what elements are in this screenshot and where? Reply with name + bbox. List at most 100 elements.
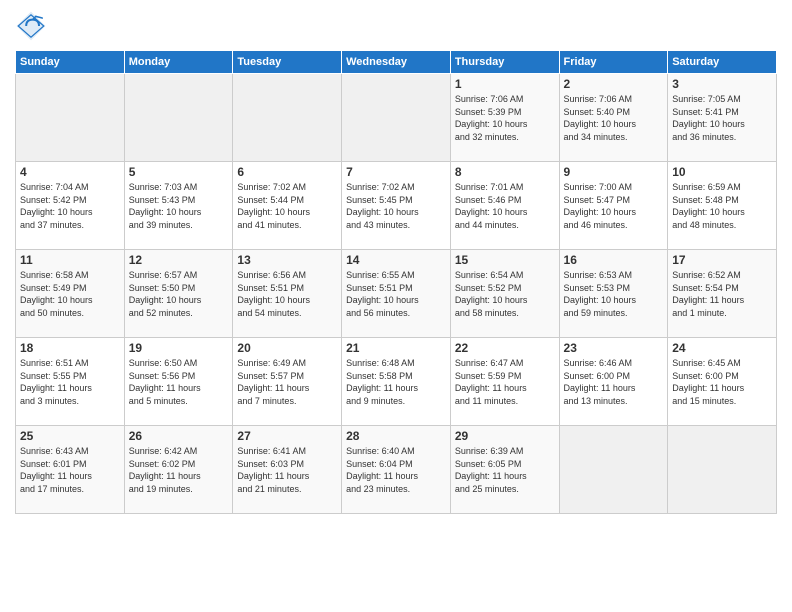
week-row-2: 11Sunrise: 6:58 AM Sunset: 5:49 PM Dayli… <box>16 250 777 338</box>
day-cell: 12 Sunrise: 6:57 AM Sunset: 5:50 PM Dayli… <box>124 250 233 338</box>
day-info: Sunrise: 6:41 AM Sunset: 6:03 PM Dayligh… <box>237 445 337 495</box>
header-cell-wednesday: Wednesday <box>342 51 451 74</box>
day-info: Sunrise: 6:40 AM Sunset: 6:04 PM Dayligh… <box>346 445 446 495</box>
day-info: Sunrise: 6:55 AM Sunset: 5:51 PM Dayligh… <box>346 269 446 319</box>
header-cell-saturday: Saturday <box>668 51 777 74</box>
day-number: 15 <box>455 253 555 267</box>
day-number: 14 <box>346 253 446 267</box>
day-cell <box>559 426 668 514</box>
day-info: Sunrise: 7:06 AM Sunset: 5:39 PM Dayligh… <box>455 93 555 143</box>
day-cell: 14 Sunrise: 6:55 AM Sunset: 5:51 PM Dayli… <box>342 250 451 338</box>
day-number: 9 <box>564 165 664 179</box>
day-cell: 3 Sunrise: 7:05 AM Sunset: 5:41 PM Daylig… <box>668 74 777 162</box>
day-number: 13 <box>237 253 337 267</box>
day-cell: 5Sunrise: 7:03 AM Sunset: 5:43 PM Daylig… <box>124 162 233 250</box>
day-cell: 28Sunrise: 6:40 AM Sunset: 6:04 PM Dayli… <box>342 426 451 514</box>
day-number: 29 <box>455 429 555 443</box>
day-info: Sunrise: 6:57 AM Sunset: 5:50 PM Dayligh… <box>129 269 229 319</box>
day-number: 24 <box>672 341 772 355</box>
week-row-3: 18 Sunrise: 6:51 AM Sunset: 5:55 PM Dayli… <box>16 338 777 426</box>
day-cell: 23 Sunrise: 6:46 AM Sunset: 6:00 PM Dayli… <box>559 338 668 426</box>
day-cell: 1 Sunrise: 7:06 AM Sunset: 5:39 PM Daylig… <box>450 74 559 162</box>
day-info: Sunrise: 6:39 AM Sunset: 6:05 PM Dayligh… <box>455 445 555 495</box>
day-info: Sunrise: 6:54 AM Sunset: 5:52 PM Dayligh… <box>455 269 555 319</box>
day-info: Sunrise: 7:02 AM Sunset: 5:45 PM Dayligh… <box>346 181 446 231</box>
day-number: 6 <box>237 165 337 179</box>
header-cell-thursday: Thursday <box>450 51 559 74</box>
day-cell: 24Sunrise: 6:45 AM Sunset: 6:00 PM Dayli… <box>668 338 777 426</box>
week-row-4: 25 Sunrise: 6:43 AM Sunset: 6:01 PM Dayli… <box>16 426 777 514</box>
header <box>15 10 777 42</box>
day-cell: 7Sunrise: 7:02 AM Sunset: 5:45 PM Daylig… <box>342 162 451 250</box>
day-number: 20 <box>237 341 337 355</box>
day-cell: 11Sunrise: 6:58 AM Sunset: 5:49 PM Dayli… <box>16 250 125 338</box>
header-cell-friday: Friday <box>559 51 668 74</box>
day-number: 1 <box>455 77 555 91</box>
header-cell-sunday: Sunday <box>16 51 125 74</box>
day-cell <box>342 74 451 162</box>
day-cell <box>668 426 777 514</box>
day-cell: 8 Sunrise: 7:01 AM Sunset: 5:46 PM Daylig… <box>450 162 559 250</box>
day-info: Sunrise: 6:59 AM Sunset: 5:48 PM Dayligh… <box>672 181 772 231</box>
day-info: Sunrise: 6:42 AM Sunset: 6:02 PM Dayligh… <box>129 445 229 495</box>
day-number: 25 <box>20 429 120 443</box>
day-number: 23 <box>564 341 664 355</box>
day-info: Sunrise: 6:46 AM Sunset: 6:00 PM Dayligh… <box>564 357 664 407</box>
day-info: Sunrise: 7:00 AM Sunset: 5:47 PM Dayligh… <box>564 181 664 231</box>
day-cell: 21 Sunrise: 6:48 AM Sunset: 5:58 PM Dayli… <box>342 338 451 426</box>
header-cell-tuesday: Tuesday <box>233 51 342 74</box>
day-info: Sunrise: 7:05 AM Sunset: 5:41 PM Dayligh… <box>672 93 772 143</box>
day-cell: 29 Sunrise: 6:39 AM Sunset: 6:05 PM Dayli… <box>450 426 559 514</box>
day-info: Sunrise: 7:04 AM Sunset: 5:42 PM Dayligh… <box>20 181 120 231</box>
day-info: Sunrise: 6:56 AM Sunset: 5:51 PM Dayligh… <box>237 269 337 319</box>
page: SundayMondayTuesdayWednesdayThursdayFrid… <box>0 0 792 612</box>
day-number: 21 <box>346 341 446 355</box>
day-number: 2 <box>564 77 664 91</box>
day-number: 26 <box>129 429 229 443</box>
day-info: Sunrise: 7:01 AM Sunset: 5:46 PM Dayligh… <box>455 181 555 231</box>
day-cell: 13 Sunrise: 6:56 AM Sunset: 5:51 PM Dayli… <box>233 250 342 338</box>
day-number: 8 <box>455 165 555 179</box>
header-cell-monday: Monday <box>124 51 233 74</box>
day-number: 11 <box>20 253 120 267</box>
day-cell: 16Sunrise: 6:53 AM Sunset: 5:53 PM Dayli… <box>559 250 668 338</box>
day-info: Sunrise: 7:02 AM Sunset: 5:44 PM Dayligh… <box>237 181 337 231</box>
day-number: 3 <box>672 77 772 91</box>
logo-icon <box>15 10 47 42</box>
day-number: 19 <box>129 341 229 355</box>
day-number: 12 <box>129 253 229 267</box>
day-cell <box>16 74 125 162</box>
day-cell: 27 Sunrise: 6:41 AM Sunset: 6:03 PM Dayli… <box>233 426 342 514</box>
day-number: 4 <box>20 165 120 179</box>
day-cell: 25 Sunrise: 6:43 AM Sunset: 6:01 PM Dayli… <box>16 426 125 514</box>
day-cell: 4 Sunrise: 7:04 AM Sunset: 5:42 PM Daylig… <box>16 162 125 250</box>
day-number: 10 <box>672 165 772 179</box>
day-cell: 20 Sunrise: 6:49 AM Sunset: 5:57 PM Dayli… <box>233 338 342 426</box>
day-number: 16 <box>564 253 664 267</box>
calendar-body: 1 Sunrise: 7:06 AM Sunset: 5:39 PM Daylig… <box>16 74 777 514</box>
week-row-0: 1 Sunrise: 7:06 AM Sunset: 5:39 PM Daylig… <box>16 74 777 162</box>
day-cell: 18 Sunrise: 6:51 AM Sunset: 5:55 PM Dayli… <box>16 338 125 426</box>
day-info: Sunrise: 7:06 AM Sunset: 5:40 PM Dayligh… <box>564 93 664 143</box>
day-info: Sunrise: 6:52 AM Sunset: 5:54 PM Dayligh… <box>672 269 772 319</box>
week-row-1: 4 Sunrise: 7:04 AM Sunset: 5:42 PM Daylig… <box>16 162 777 250</box>
day-info: Sunrise: 6:47 AM Sunset: 5:59 PM Dayligh… <box>455 357 555 407</box>
day-cell: 19 Sunrise: 6:50 AM Sunset: 5:56 PM Dayli… <box>124 338 233 426</box>
day-cell: 15 Sunrise: 6:54 AM Sunset: 5:52 PM Dayli… <box>450 250 559 338</box>
day-info: Sunrise: 6:48 AM Sunset: 5:58 PM Dayligh… <box>346 357 446 407</box>
day-cell <box>124 74 233 162</box>
day-info: Sunrise: 6:49 AM Sunset: 5:57 PM Dayligh… <box>237 357 337 407</box>
day-info: Sunrise: 7:03 AM Sunset: 5:43 PM Dayligh… <box>129 181 229 231</box>
day-number: 17 <box>672 253 772 267</box>
header-row: SundayMondayTuesdayWednesdayThursdayFrid… <box>16 51 777 74</box>
day-cell: 26 Sunrise: 6:42 AM Sunset: 6:02 PM Dayli… <box>124 426 233 514</box>
day-cell: 6 Sunrise: 7:02 AM Sunset: 5:44 PM Daylig… <box>233 162 342 250</box>
day-number: 18 <box>20 341 120 355</box>
day-info: Sunrise: 6:50 AM Sunset: 5:56 PM Dayligh… <box>129 357 229 407</box>
day-info: Sunrise: 6:43 AM Sunset: 6:01 PM Dayligh… <box>20 445 120 495</box>
day-cell <box>233 74 342 162</box>
day-info: Sunrise: 6:51 AM Sunset: 5:55 PM Dayligh… <box>20 357 120 407</box>
day-number: 27 <box>237 429 337 443</box>
day-cell: 22Sunrise: 6:47 AM Sunset: 5:59 PM Dayli… <box>450 338 559 426</box>
day-cell: 10 Sunrise: 6:59 AM Sunset: 5:48 PM Dayli… <box>668 162 777 250</box>
